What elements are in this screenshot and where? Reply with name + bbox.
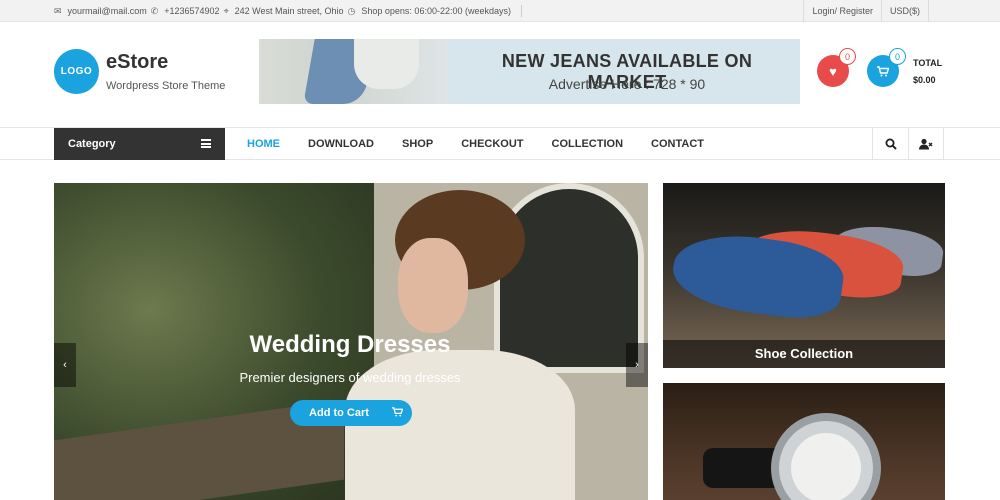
add-to-cart-button[interactable]: Add to Cart xyxy=(290,400,412,426)
hamburger-icon xyxy=(201,139,211,148)
slider-prev-button[interactable]: ‹ xyxy=(54,343,76,387)
site-logo[interactable]: LOGO xyxy=(54,49,99,94)
account-links: Login/ Register USD($) xyxy=(803,0,929,22)
envelope-icon: ✉ xyxy=(54,5,62,16)
cart-count-badge: 0 xyxy=(889,48,906,65)
watch-collection-banner[interactable] xyxy=(663,383,945,500)
shop-hours: Shop opens: 06:00-22:00 (weekdays) xyxy=(361,6,511,16)
main-navigation: Category HOME DOWNLOAD SHOP CHECKOUT COL… xyxy=(0,127,1000,160)
slide-subtitle: Premier designers of wedding dresses xyxy=(239,370,461,385)
contact-info: ✉ yourmail@mail.com ✆ +1236574902 ⌖ 242 … xyxy=(54,0,522,22)
login-register-link[interactable]: Login/ Register xyxy=(803,0,881,22)
nav-item-checkout[interactable]: CHECKOUT xyxy=(447,138,537,150)
user-remove-icon xyxy=(919,138,933,150)
slide-model-face xyxy=(398,238,468,333)
nav-item-download[interactable]: DOWNLOAD xyxy=(294,138,388,150)
phone-icon: ✆ xyxy=(150,5,159,16)
cart-total-label: TOTAL xyxy=(913,58,943,68)
slider-next-button[interactable]: › xyxy=(626,343,648,387)
user-button[interactable] xyxy=(908,128,944,160)
nav-item-home[interactable]: HOME xyxy=(233,138,294,150)
contact-phone: +1236574902 xyxy=(164,6,220,16)
chevron-right-icon: › xyxy=(635,359,639,371)
category-label: Category xyxy=(68,138,116,150)
map-marker-icon: ⌖ xyxy=(223,5,229,16)
wishlist-count-badge: 0 xyxy=(839,48,856,65)
currency-switcher[interactable]: USD($) xyxy=(880,0,929,22)
add-to-cart-label: Add to Cart xyxy=(309,407,369,419)
banner-subtitle: Advertise Here : 728 * 90 xyxy=(548,76,706,92)
chevron-left-icon: ‹ xyxy=(63,359,67,371)
category-menu-button[interactable]: Category xyxy=(54,128,225,160)
search-button[interactable] xyxy=(872,128,908,160)
banner-image xyxy=(259,39,449,104)
site-description: Wordpress Store Theme xyxy=(106,80,226,92)
nav-item-shop[interactable]: SHOP xyxy=(388,138,447,150)
cart-icon xyxy=(877,65,889,76)
cart-icon xyxy=(382,406,412,420)
advertisement-banner[interactable]: NEW JEANS AVAILABLE ON MARKET Advertise … xyxy=(259,39,800,104)
contact-address: 242 West Main street, Ohio xyxy=(234,6,344,16)
nav-item-collection[interactable]: COLLECTION xyxy=(538,138,638,150)
slide-title: Wedding Dresses xyxy=(249,331,451,358)
contact-email: yourmail@mail.com xyxy=(67,6,147,16)
shoe-collection-caption: Shoe Collection xyxy=(663,340,945,368)
divider xyxy=(521,5,522,17)
top-bar: ✉ yourmail@mail.com ✆ +1236574902 ⌖ 242 … xyxy=(0,0,1000,22)
heart-icon: ♥ xyxy=(829,63,837,79)
cart-total-value: $0.00 xyxy=(913,75,936,85)
clock-icon: ◷ xyxy=(347,5,356,16)
slide-window xyxy=(494,183,644,373)
nav-item-contact[interactable]: CONTACT xyxy=(637,138,718,150)
nav-menu: HOME DOWNLOAD SHOP CHECKOUT COLLECTION C… xyxy=(233,128,718,160)
shoe-collection-banner[interactable]: Shoe Collection xyxy=(663,183,945,368)
site-title[interactable]: eStore xyxy=(106,51,168,74)
search-icon xyxy=(885,138,897,150)
